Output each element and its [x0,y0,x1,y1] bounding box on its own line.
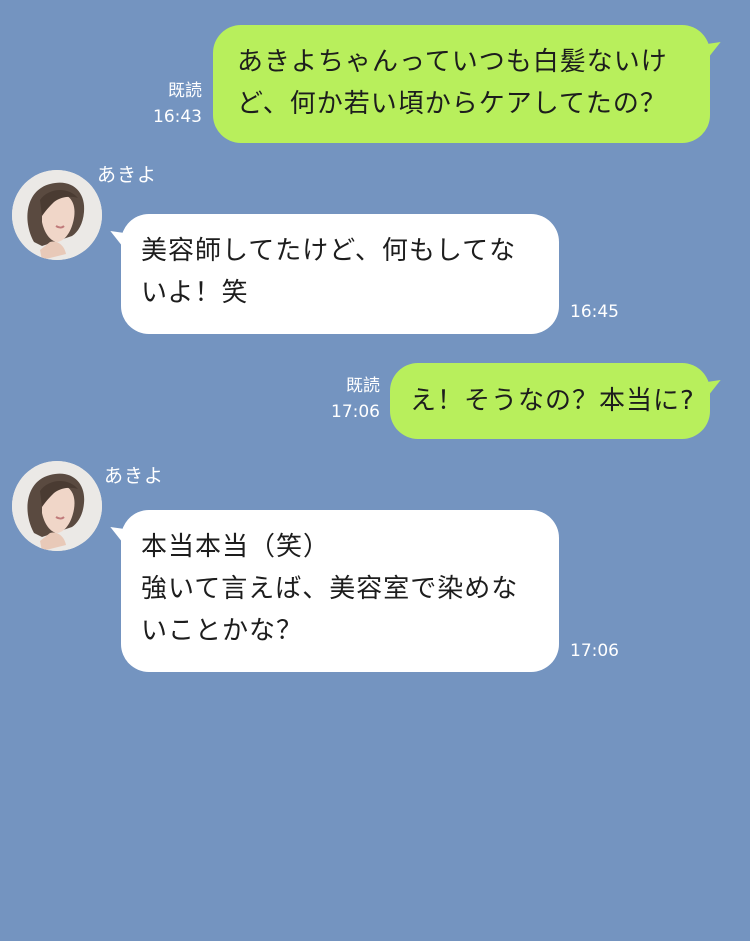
message-text-line: あきよちゃんっていつも白髪ないけ [237,47,668,77]
read-receipt: 既読 [346,376,380,396]
sender-name: あきよ [104,465,165,487]
sender-name: あきよ [97,164,158,186]
message-time: 17:06 [331,402,380,422]
received-message-bubble[interactable]: 美容師してたけど、何もしてな いよ！笑 [121,214,559,334]
woman-portrait-avatar-icon [12,461,102,551]
message-meta: 既読 17:06 [316,373,380,425]
message-meta: 既読 16:43 [140,78,202,130]
woman-portrait-avatar-icon [12,170,102,260]
sent-message-bubble[interactable]: あきよちゃんっていつも白髪ないけ ど、何か若い頃からケアしてたの？ [213,25,710,143]
chat-history[interactable]: 既読 16:43 あきよちゃんっていつも白髪ないけ ど、何か若い頃からケアしてた… [0,0,750,941]
contact-avatar[interactable] [12,170,102,260]
message-text-line: いよ！笑 [141,278,249,308]
received-message-bubble[interactable]: 本当本当（笑） 強いて言えば、美容室で染めな いことかな？ [121,510,559,672]
message-time: 17:06 [570,641,619,661]
message-time: 16:43 [153,107,202,127]
read-receipt: 既読 [168,81,202,101]
sent-message-bubble[interactable]: え！そうなの？本当に? [390,363,710,439]
message-text-line: 美容師してたけど、何もしてな [141,236,517,266]
message-time: 16:45 [570,302,619,322]
message-text-line: いことかな？ [141,616,304,646]
contact-avatar[interactable] [12,461,102,551]
message-text-line: え！そうなの？本当に? [410,386,695,416]
message-text-line: ど、何か若い頃からケアしてたの？ [237,89,667,119]
message-text-line: 本当本当（笑） [141,532,331,562]
message-text-line: 強いて言えば、美容室で染めな [141,574,519,604]
